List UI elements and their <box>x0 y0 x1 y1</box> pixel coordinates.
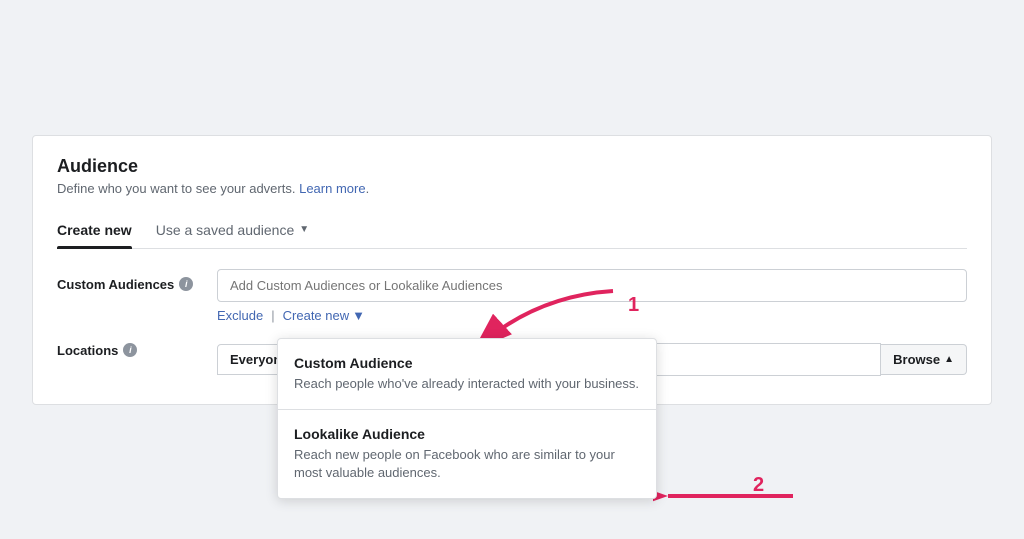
custom-audiences-label: Custom Audiences i <box>57 269 217 292</box>
input-actions: Exclude | Create new ▼ Custom Audience R… <box>217 308 967 323</box>
arrow-2-icon <box>653 476 813 516</box>
custom-audiences-info-icon[interactable]: i <box>179 277 193 291</box>
audience-card: Audience Define who you want to see your… <box>32 135 992 405</box>
custom-audiences-row: Custom Audiences i Exclude | Create new … <box>57 269 967 323</box>
page-subtitle: Define who you want to see your adverts.… <box>57 181 967 196</box>
lookalike-audience-title: Lookalike Audience <box>294 426 640 442</box>
page-title: Audience <box>57 156 967 177</box>
locations-info-icon[interactable]: i <box>123 343 137 357</box>
custom-audiences-input-area: Exclude | Create new ▼ Custom Audience R… <box>217 269 967 323</box>
dropdown-item-custom[interactable]: Custom Audience Reach people who've alre… <box>278 343 656 405</box>
separator: | <box>271 308 274 323</box>
dropdown-divider <box>278 409 656 410</box>
form-area: Custom Audiences i Exclude | Create new … <box>57 249 967 404</box>
lookalike-audience-desc: Reach new people on Facebook who are sim… <box>294 446 640 482</box>
custom-audience-title: Custom Audience <box>294 355 640 371</box>
section-header: Audience Define who you want to see your… <box>57 156 967 196</box>
audience-dropdown: Custom Audience Reach people who've alre… <box>277 338 657 500</box>
custom-audience-desc: Reach people who've already interacted w… <box>294 375 640 393</box>
create-new-button[interactable]: Create new ▼ <box>283 308 365 323</box>
chevron-down-icon: ▼ <box>299 224 309 235</box>
dropdown-item-lookalike[interactable]: Lookalike Audience Reach new people on F… <box>278 414 656 494</box>
tab-create-new[interactable]: Create new <box>57 212 132 248</box>
tabs-container: Create new Use a saved audience ▼ <box>57 212 967 249</box>
chevron-up-icon: ▲ <box>944 354 954 365</box>
annotation-2: 2 <box>753 474 764 497</box>
tab-saved-audience[interactable]: Use a saved audience ▼ <box>156 212 309 248</box>
custom-audiences-input[interactable] <box>217 269 967 302</box>
learn-more-link[interactable]: Learn more <box>299 181 365 196</box>
chevron-down-icon-small: ▼ <box>352 308 365 323</box>
exclude-link[interactable]: Exclude <box>217 308 263 323</box>
browse-button[interactable]: Browse ▲ <box>881 344 967 375</box>
locations-label: Locations i <box>57 335 217 358</box>
